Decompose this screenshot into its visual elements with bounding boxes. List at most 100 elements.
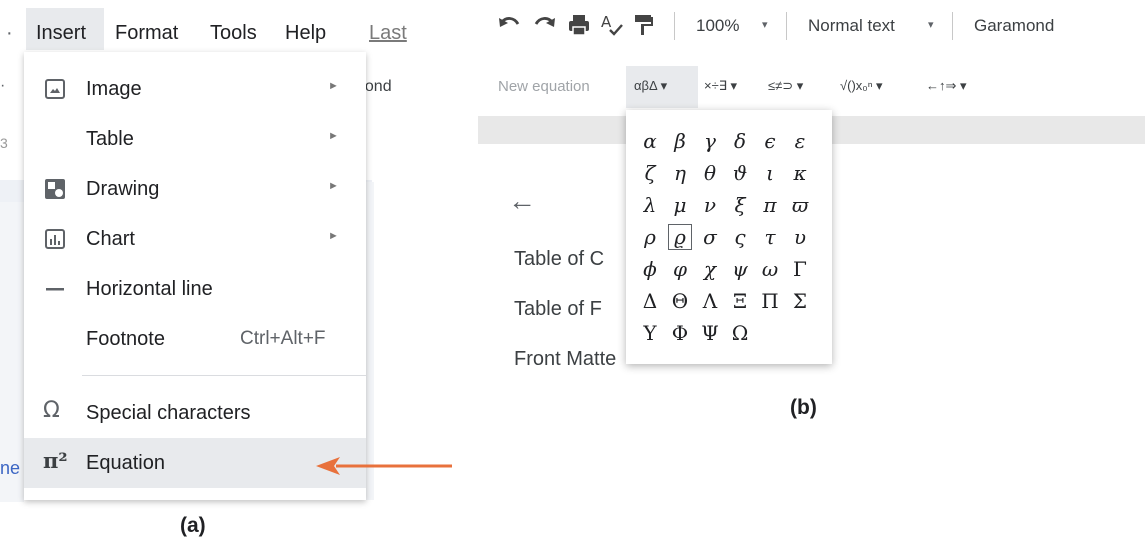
panel-b: A 100% ▾ Normal text ▾ Garamond New equa… [478, 0, 1145, 380]
document-background-right [366, 182, 374, 500]
greek-symbol[interactable]: Ξ [726, 286, 754, 316]
docs-toolbar: A 100% ▾ Normal text ▾ Garamond [478, 0, 1145, 52]
relations-menu[interactable]: ≤≠⊃ ▾ [768, 78, 803, 94]
font-select[interactable]: Garamond [974, 16, 1054, 36]
back-arrow-icon[interactable]: ← [508, 185, 536, 217]
outline-item-table-of-figures[interactable]: Table of F [514, 298, 602, 321]
horizontal-line-icon [46, 288, 64, 291]
greek-symbol[interactable]: τ [756, 222, 784, 252]
greek-symbol[interactable]: δ [726, 126, 754, 156]
greek-symbol[interactable]: γ [696, 126, 724, 156]
greek-symbol[interactable]: η [666, 158, 694, 188]
greek-letters-menu[interactable]: αβΔ ▾ [634, 78, 667, 94]
caption-b: (b) [790, 396, 817, 419]
menu-item-footnote[interactable]: Footnote Ctrl+Alt+F [24, 314, 366, 364]
menu-item-special-characters[interactable]: Ω Special characters [24, 388, 366, 438]
greek-letters-popup: αβγδϵε ζηθϑικ λμνξπϖ ρϱσςτυ ϕφχψωΓ ΔΘΛΞΠΣ ΥΦΨΩ [626, 110, 832, 364]
menu-item-table[interactable]: Table ► [24, 114, 366, 164]
caption-a: (a) [180, 514, 206, 537]
last-edit-link[interactable]: Last [369, 22, 407, 45]
footnote-shortcut: Ctrl+Alt+F [240, 328, 326, 349]
greek-symbol[interactable]: ω [756, 254, 784, 284]
new-equation-button[interactable]: New equation [498, 78, 590, 95]
menu-item-image[interactable]: Image ► [24, 64, 366, 114]
greek-symbol[interactable]: Θ [666, 286, 694, 316]
menu-item-horizontal-line[interactable]: Horizontal line [24, 264, 366, 314]
pi-icon: π² [43, 448, 68, 473]
menu-item-label: Drawing [86, 178, 160, 200]
menu-insert[interactable]: Insert [36, 22, 86, 45]
greek-symbol[interactable]: υ [786, 222, 814, 252]
greek-symbol[interactable]: Π [756, 286, 784, 316]
greek-symbol[interactable]: ϵ [756, 126, 784, 156]
math-operations-menu[interactable]: √()x₀ⁿ ▾ [840, 78, 883, 94]
greek-symbol[interactable]: κ [786, 158, 814, 188]
redo-icon[interactable] [532, 12, 558, 38]
toolbar-separator [674, 12, 675, 40]
arrows-menu[interactable]: ←↑⇒ ▾ [926, 78, 967, 94]
greek-symbol[interactable]: ϱ [666, 222, 694, 252]
greek-symbol[interactable]: ς [726, 222, 754, 252]
edge-fragment: · [0, 77, 6, 94]
greek-symbol[interactable]: Φ [666, 318, 694, 348]
paint-format-icon[interactable] [630, 12, 656, 38]
greek-symbol[interactable]: ϑ [726, 158, 754, 188]
menu-edge-dot: · [6, 22, 13, 44]
greek-symbol[interactable]: ρ [636, 222, 664, 252]
pointer-arrow [316, 457, 452, 475]
greek-symbol[interactable]: Ω [726, 318, 754, 348]
menu-item-chart[interactable]: Chart ► [24, 214, 366, 264]
undo-icon[interactable] [496, 12, 522, 38]
menu-item-label: Footnote [86, 328, 165, 350]
omega-icon: Ω [43, 398, 60, 423]
outline-item-front-matter[interactable]: Front Matte [514, 348, 616, 371]
menu-bar: · Insert Format Tools Help Last [0, 0, 420, 60]
greek-symbol[interactable]: α [636, 126, 664, 156]
greek-symbol[interactable]: ϕ [636, 254, 664, 284]
edge-fragment-3: 3 [0, 135, 8, 151]
menu-help[interactable]: Help [285, 22, 326, 45]
chevron-down-icon[interactable]: ▾ [928, 18, 934, 31]
greek-symbol[interactable]: λ [636, 190, 664, 220]
greek-symbol[interactable]: Δ [636, 286, 664, 316]
greek-symbol[interactable]: π [756, 190, 784, 220]
greek-symbol[interactable]: ξ [726, 190, 754, 220]
submenu-arrow-icon: ► [328, 180, 339, 192]
greek-symbol[interactable]: Σ [786, 286, 814, 316]
outline-item-table-of-contents[interactable]: Table of C [514, 248, 604, 271]
panel-a: · nond 3 ne · Insert Format Tools Help L… [0, 0, 460, 552]
greek-symbol[interactable]: ν [696, 190, 724, 220]
menu-format[interactable]: Format [115, 22, 178, 45]
greek-symbol[interactable]: ζ [636, 158, 664, 188]
greek-symbol[interactable]: ι [756, 158, 784, 188]
chart-icon [45, 229, 65, 249]
chevron-down-icon[interactable]: ▾ [762, 18, 768, 31]
greek-symbol[interactable]: ψ [726, 254, 754, 284]
menu-tools[interactable]: Tools [210, 22, 257, 45]
menu-item-label: Horizontal line [86, 278, 213, 300]
menu-divider [82, 375, 366, 376]
document-background-left [0, 202, 24, 502]
image-icon [45, 79, 65, 99]
paragraph-style-select[interactable]: Normal text [808, 16, 895, 36]
menu-item-label: Image [86, 78, 142, 100]
drawing-icon [45, 179, 65, 199]
greek-symbol[interactable]: Γ [786, 254, 814, 284]
greek-symbol[interactable]: ϖ [786, 190, 814, 220]
greek-symbol[interactable]: θ [696, 158, 724, 188]
greek-symbol[interactable]: ε [786, 126, 814, 156]
greek-symbol[interactable]: χ [696, 254, 724, 284]
spellcheck-icon[interactable]: A [598, 12, 624, 38]
zoom-select[interactable]: 100% [696, 16, 739, 36]
greek-symbol[interactable]: μ [666, 190, 694, 220]
greek-symbol[interactable]: σ [696, 222, 724, 252]
operators-menu[interactable]: ×÷∃ ▾ [704, 78, 737, 94]
menu-item-drawing[interactable]: Drawing ► [24, 164, 366, 214]
greek-symbol[interactable]: β [666, 126, 694, 156]
greek-symbol[interactable]: Λ [696, 286, 724, 316]
greek-symbol[interactable]: Ψ [696, 318, 724, 348]
print-icon[interactable] [566, 12, 592, 38]
toolbar-separator [786, 12, 787, 40]
greek-symbol[interactable]: φ [666, 254, 694, 284]
greek-symbol[interactable]: Υ [636, 318, 664, 348]
